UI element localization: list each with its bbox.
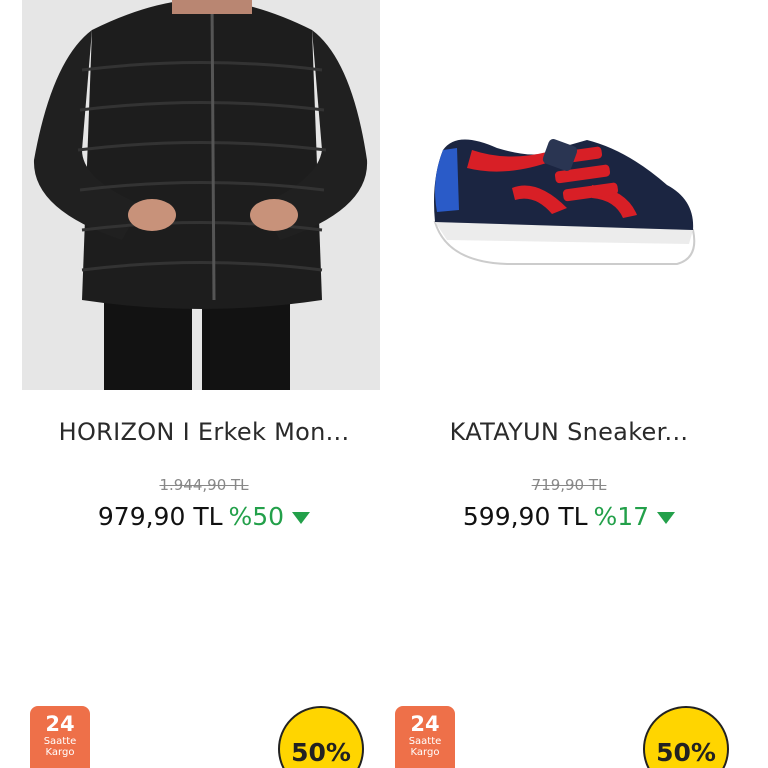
product-title[interactable]: HORIZON I Erkek Mon... <box>22 418 386 446</box>
product-card[interactable]: HORIZON I Erkek Mon... 1.944,90 TL 979,9… <box>22 0 386 768</box>
discount-badge: 50% <box>278 706 364 768</box>
product-card[interactable]: KATAYUN Sneaker... 719,90 TL 599,90 TL %1… <box>387 0 751 768</box>
cargo-badge: 24 Saatte Kargo <box>395 706 455 768</box>
product-image[interactable] <box>387 0 745 390</box>
cargo-label-line2: Kargo <box>45 747 75 758</box>
sneaker-image <box>433 139 696 265</box>
cargo-hours: 24 <box>410 712 440 736</box>
puffer-jacket-image <box>33 0 368 390</box>
discount-badge: 50% <box>643 706 729 768</box>
sale-price: 979,90 TL <box>97 502 223 531</box>
cargo-label-line2: Kargo <box>410 747 440 758</box>
sale-price: 599,90 TL <box>462 502 588 531</box>
cargo-badge: 24 Saatte Kargo <box>30 706 90 768</box>
product-image[interactable] <box>22 0 380 390</box>
discount-badge-label: 50% <box>291 738 351 767</box>
original-price: 719,90 TL <box>531 476 607 494</box>
original-price: 1.944,90 TL <box>159 476 249 494</box>
discount-badge-label: 50% <box>656 738 716 767</box>
cargo-label-line1: Saatte <box>408 736 442 747</box>
discount-percent: %50 <box>228 502 285 531</box>
product-title[interactable]: KATAYUN Sneaker... <box>387 418 751 446</box>
price-row: 979,90 TL %50 <box>22 502 386 531</box>
price-row: 599,90 TL %17 <box>387 502 751 531</box>
down-arrow-icon <box>292 512 311 524</box>
cargo-hours: 24 <box>45 712 75 736</box>
down-arrow-icon <box>657 512 676 524</box>
discount-percent: %17 <box>593 502 650 531</box>
cargo-label-line1: Saatte <box>43 736 77 747</box>
